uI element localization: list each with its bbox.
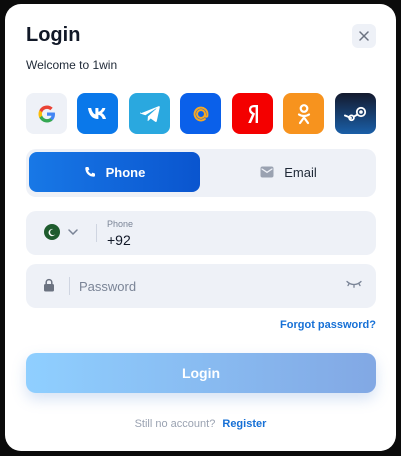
vk-icon xyxy=(87,107,106,119)
phone-divider xyxy=(96,224,97,242)
tab-email-label: Email xyxy=(284,164,317,180)
steam-login-button[interactable] xyxy=(335,93,376,134)
modal-subtitle: Welcome to 1win xyxy=(26,58,118,72)
yandex-login-button[interactable] xyxy=(232,93,273,134)
odnoklassniki-icon xyxy=(297,103,310,124)
password-divider xyxy=(69,277,70,295)
telegram-icon xyxy=(139,105,160,122)
steam-icon xyxy=(343,106,366,121)
register-link[interactable]: Register xyxy=(222,418,266,430)
forgot-password-link[interactable]: Forgot password? xyxy=(280,319,376,331)
phone-field[interactable]: Phone +92 xyxy=(26,211,376,255)
phone-icon xyxy=(84,167,95,177)
google-icon xyxy=(38,105,55,122)
vk-login-button[interactable] xyxy=(77,93,118,134)
modal-title: Login xyxy=(26,24,81,46)
register-prompt: Still no account? Register xyxy=(5,418,396,430)
tab-email[interactable]: Email xyxy=(203,152,374,192)
close-button[interactable] xyxy=(352,24,376,48)
login-button[interactable]: Login xyxy=(26,353,376,393)
pakistan-flag-icon xyxy=(44,224,60,240)
lock-icon xyxy=(44,278,54,292)
register-prompt-text: Still no account? xyxy=(134,418,216,430)
close-icon xyxy=(359,31,369,41)
google-login-button[interactable] xyxy=(26,93,67,134)
odnoklassniki-login-button[interactable] xyxy=(283,93,324,134)
password-field[interactable] xyxy=(26,264,376,308)
login-modal: Login Welcome to 1win Phone Email Phone … xyxy=(5,4,396,451)
chevron-down-icon xyxy=(68,229,78,235)
social-login-row xyxy=(26,93,376,134)
phone-input[interactable]: +92 xyxy=(107,232,131,248)
yandex-icon xyxy=(247,104,258,123)
mail-ru-login-button[interactable] xyxy=(180,93,221,134)
phone-field-label: Phone xyxy=(107,219,134,229)
tab-phone[interactable]: Phone xyxy=(29,152,200,192)
country-selector[interactable] xyxy=(44,224,78,240)
eye-hidden-icon[interactable] xyxy=(346,280,362,288)
email-icon xyxy=(260,166,274,178)
tab-phone-label: Phone xyxy=(105,164,146,180)
login-method-tabs: Phone Email xyxy=(26,149,376,197)
mail-ru-icon xyxy=(193,106,208,121)
password-input[interactable] xyxy=(79,276,329,296)
telegram-login-button[interactable] xyxy=(129,93,170,134)
